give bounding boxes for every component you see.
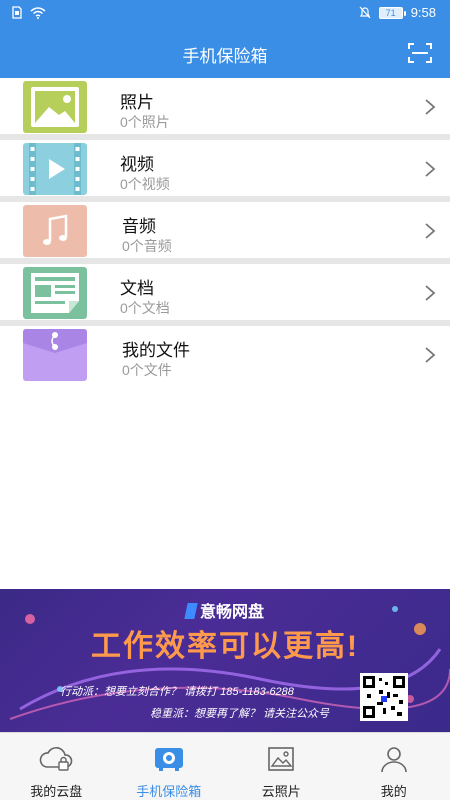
qr-code-icon	[360, 673, 408, 721]
item-count: 0个视频	[120, 176, 170, 192]
tab-cloud-photos[interactable]: 云照片	[225, 733, 338, 800]
chevron-right-icon	[425, 347, 436, 363]
title-bar: 手机保险箱	[0, 28, 450, 78]
list-item-audio[interactable]: 音频 0个音频	[0, 202, 450, 264]
status-bar: 71 9:58	[0, 0, 450, 28]
ad-contact-phone: 行动派：想要立刻合作？ 请拨打 185-1183-6288	[60, 686, 294, 698]
video-folder-icon	[23, 143, 87, 195]
item-name: 音频	[122, 217, 156, 236]
list-item-my-files[interactable]: 我的文件 0个文件	[0, 326, 450, 388]
ad-banner[interactable]: 意畅网盘 工作效率可以更高! 行动派：想要立刻合作？ 请拨打 185-1183-…	[0, 589, 450, 732]
tab-label: 云照片	[261, 784, 301, 799]
item-count: 0个音频	[122, 238, 172, 254]
page-title: 手机保险箱	[182, 47, 268, 66]
tab-phone-safe[interactable]: 手机保险箱	[113, 733, 226, 800]
person-icon	[380, 747, 407, 773]
mute-bell-icon	[359, 6, 371, 19]
ad-brand: 意畅网盘	[0, 598, 450, 622]
status-time: 9:58	[410, 5, 436, 20]
item-name: 文档	[120, 279, 154, 298]
battery-indicator: 71	[378, 6, 406, 19]
list-item-photos[interactable]: 照片 0个照片	[0, 78, 450, 140]
list-item-videos[interactable]: 视频 0个视频	[0, 140, 450, 202]
sim-card-icon	[12, 6, 22, 19]
item-count: 0个照片	[120, 114, 170, 130]
tab-label: 我的	[380, 784, 407, 799]
chevron-right-icon	[425, 285, 436, 301]
chevron-right-icon	[425, 161, 436, 177]
bottom-tab-bar: 我的云盘 手机保险箱 云照片 我的	[0, 732, 450, 800]
item-name: 视频	[120, 155, 154, 174]
item-name: 照片	[120, 93, 154, 112]
tab-label: 我的云盘	[30, 784, 83, 799]
ad-contact-wechat: 稳重派：想要再了解？ 请关注公众号	[150, 708, 330, 720]
brand-logo-icon	[184, 603, 198, 619]
status-left	[12, 6, 46, 19]
category-list: 照片 0个照片 视频 0个视频 音频 0个音频 文档 0个文档 我的文件 0个文…	[0, 78, 450, 388]
scan-icon[interactable]	[408, 42, 432, 64]
document-folder-icon	[23, 267, 87, 319]
folder-icon	[23, 329, 87, 381]
chevron-right-icon	[425, 99, 436, 115]
list-item-documents[interactable]: 文档 0个文档	[0, 264, 450, 326]
item-count: 0个文档	[120, 300, 170, 316]
status-right: 71 9:58	[359, 5, 436, 20]
tab-my-cloud[interactable]: 我的云盘	[0, 733, 113, 800]
tab-me[interactable]: 我的	[338, 733, 450, 800]
item-count: 0个文件	[122, 362, 172, 378]
item-name: 我的文件	[122, 341, 190, 360]
chevron-right-icon	[425, 223, 436, 239]
photo-icon	[268, 747, 295, 771]
ad-headline: 工作效率可以更高!	[91, 630, 359, 663]
tab-label: 手机保险箱	[136, 784, 202, 799]
wifi-icon	[30, 6, 46, 19]
audio-folder-icon	[23, 205, 87, 257]
cloud-lock-icon	[39, 747, 73, 771]
photo-folder-icon	[23, 81, 87, 133]
safe-box-icon	[154, 748, 183, 771]
